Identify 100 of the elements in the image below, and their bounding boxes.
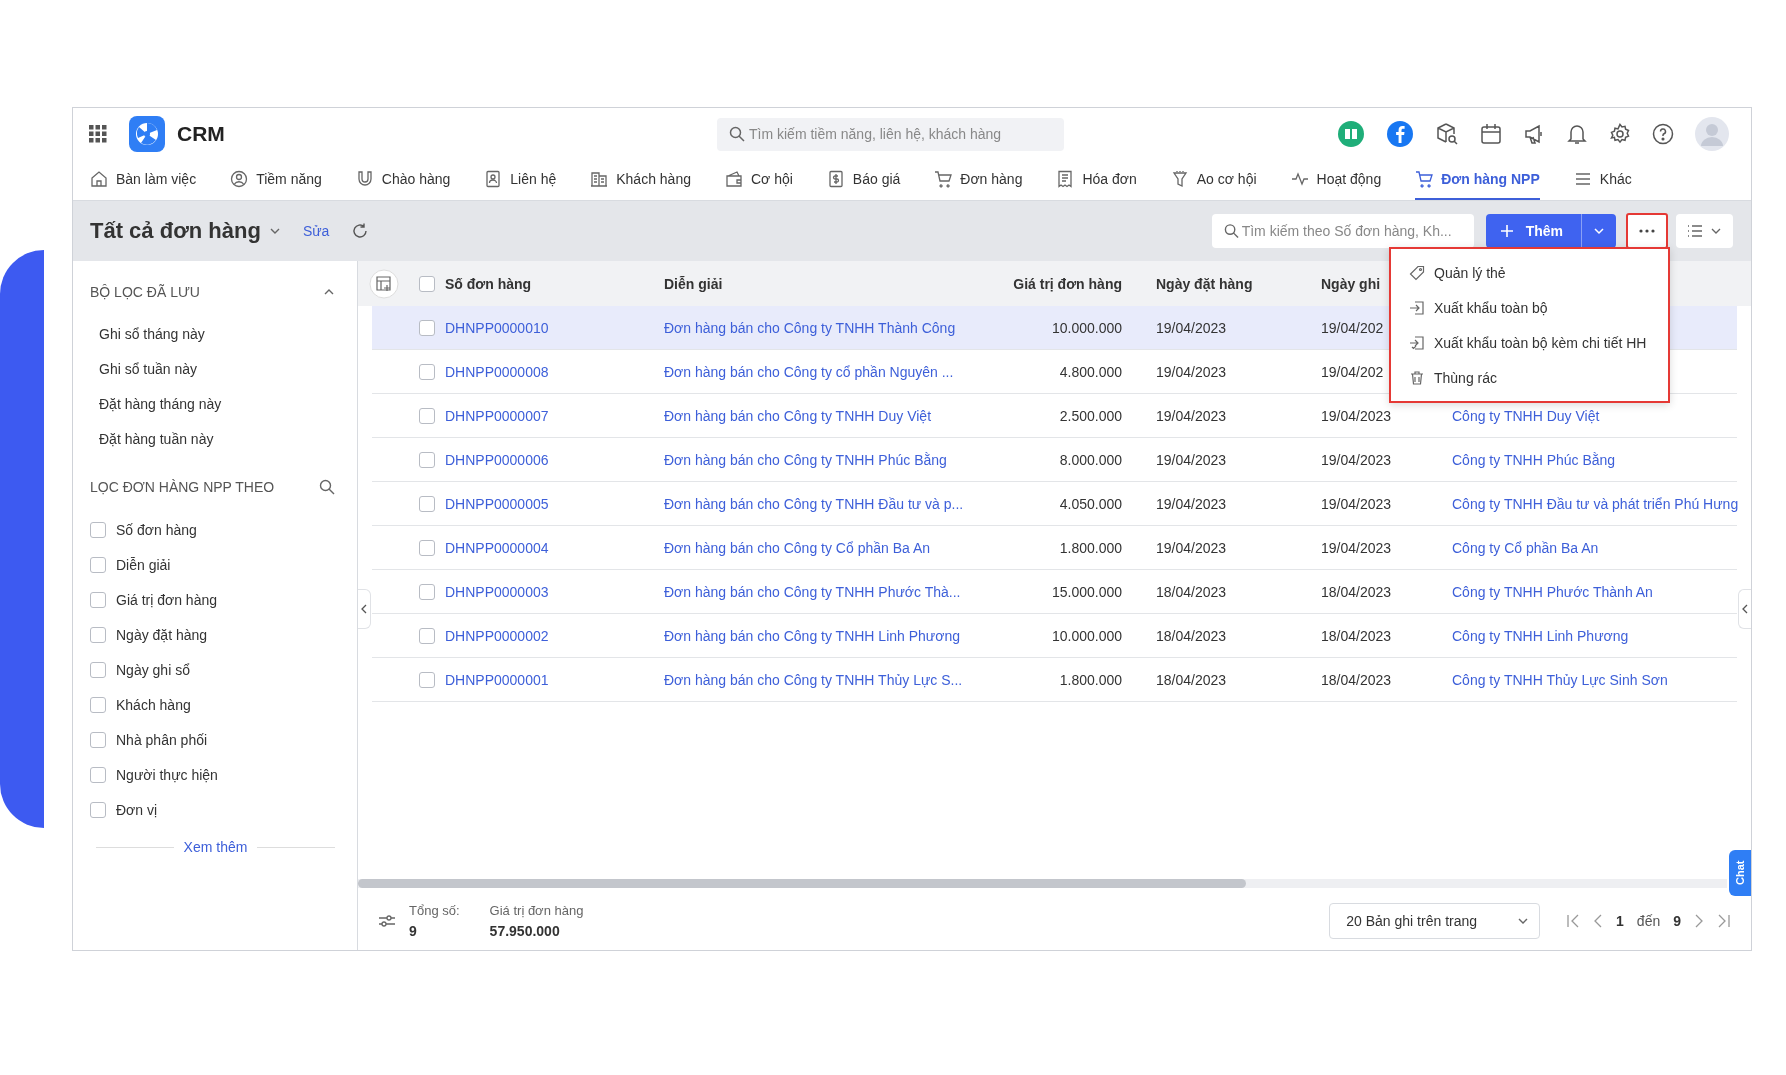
description-link[interactable]: Đơn hàng bán cho Công ty cổ phần Nguyên ... xyxy=(664,363,981,380)
column-header[interactable]: Diễn giải xyxy=(664,275,981,292)
description-link[interactable]: Đơn hàng bán cho Công ty TNHH Phước Thà... xyxy=(664,583,981,600)
megaphone-icon[interactable] xyxy=(1523,123,1545,145)
order-number-link[interactable]: DHNPP0000002 xyxy=(445,627,664,644)
table-row[interactable]: DHNPP0000004 Đơn hàng bán cho Công ty Cổ phần Ba An 1.800.000 19/04/2023 19/04/2023 Công ty Cổ phần Ba An xyxy=(372,526,1737,570)
bell-icon[interactable] xyxy=(1566,123,1588,145)
order-number-link[interactable]: DHNPP0000003 xyxy=(445,583,664,600)
nav-tab[interactable]: Ao cơ hội xyxy=(1170,160,1257,200)
menu-item[interactable]: Quản lý thẻ xyxy=(1391,255,1506,290)
collapse-handle[interactable] xyxy=(358,589,371,629)
customer-link[interactable]: Công ty TNHH Phúc Bằng xyxy=(1452,451,1616,468)
checkbox[interactable] xyxy=(90,801,106,818)
nav-tab[interactable]: Hoạt động xyxy=(1290,160,1382,200)
nav-tab[interactable]: Đơn hàng xyxy=(934,160,1023,200)
nav-tab[interactable]: Liên hệ xyxy=(484,160,557,200)
add-column-icon[interactable] xyxy=(369,268,399,299)
order-number-link[interactable]: DHNPP0000007 xyxy=(445,407,664,424)
select-all-checkbox[interactable] xyxy=(419,275,435,292)
order-number-link[interactable]: DHNPP0000008 xyxy=(445,363,664,380)
order-number-link[interactable]: DHNPP0000010 xyxy=(445,319,664,336)
saved-filter-item[interactable]: Đặt hàng tuần này xyxy=(90,421,214,456)
nav-tab[interactable]: Bàn làm việc xyxy=(90,160,197,200)
calendar-icon[interactable] xyxy=(1480,123,1502,145)
checkbox[interactable] xyxy=(90,626,106,643)
book-icon[interactable] xyxy=(1337,120,1365,148)
apps-grid-icon[interactable] xyxy=(89,125,107,143)
collapse-handle[interactable] xyxy=(1738,589,1751,629)
column-header[interactable]: Số đơn hàng xyxy=(445,275,664,292)
checkbox[interactable] xyxy=(90,731,106,748)
checkbox[interactable] xyxy=(90,521,106,538)
nav-tab[interactable]: Cơ hội xyxy=(724,160,793,200)
saved-filter-item[interactable]: Ghi sổ tuần này xyxy=(90,351,198,386)
description-link[interactable]: Đơn hàng bán cho Công ty TNHH Đầu tư và p... xyxy=(664,495,981,512)
menu-item[interactable]: Thùng rác xyxy=(1391,360,1498,395)
nav-tab[interactable]: Khác xyxy=(1573,160,1632,200)
page-size-dropdown[interactable]: 20 Bản ghi trên trang xyxy=(1329,903,1541,939)
chat-tab[interactable]: Chat xyxy=(1729,850,1751,896)
first-page-icon[interactable] xyxy=(1566,913,1581,929)
description-link[interactable]: Đơn hàng bán cho Công ty TNHH Thành Công xyxy=(664,319,981,336)
description-link[interactable]: Đơn hàng bán cho Công ty TNHH Duy Việt xyxy=(664,407,981,424)
checkbox[interactable] xyxy=(419,583,435,600)
description-link[interactable]: Đơn hàng bán cho Công ty TNHH Linh Phương xyxy=(664,627,981,644)
customer-link[interactable]: Công ty TNHH Phước Thành An xyxy=(1452,583,1653,600)
customer-link[interactable]: Công ty TNHH Linh Phương xyxy=(1452,627,1629,644)
checkbox[interactable] xyxy=(419,319,435,336)
order-number-link[interactable]: DHNPP0000006 xyxy=(445,451,664,468)
order-number-link[interactable]: DHNPP0000004 xyxy=(445,539,664,556)
checkbox[interactable] xyxy=(90,556,106,573)
nav-tab[interactable]: Báo giá xyxy=(826,160,901,200)
checkbox[interactable] xyxy=(90,661,106,678)
checkbox[interactable] xyxy=(90,696,106,713)
nav-tab[interactable]: Chào hàng xyxy=(355,160,451,200)
help-icon[interactable] xyxy=(1652,123,1674,145)
description-link[interactable]: Đơn hàng bán cho Công ty TNHH Phúc Bằng xyxy=(664,451,981,468)
nav-tab[interactable]: Hóa đơn xyxy=(1056,160,1137,200)
search-field[interactable]: Tìm kiếm tiềm năng, liên hệ, khách hàng xyxy=(717,117,1064,151)
nav-tab[interactable]: Khách hàng xyxy=(590,160,691,200)
order-number-link[interactable]: DHNPP0000005 xyxy=(445,495,664,512)
checkbox[interactable] xyxy=(419,671,435,688)
social-icon[interactable] xyxy=(1386,120,1414,148)
table-row[interactable]: DHNPP0000005 Đơn hàng bán cho Công ty TNHH Đầu tư và p... 4.050.000 19/04/2023 19/04/2023 Công ty TNHH Đầu tư và phát triển Phú Hưng xyxy=(372,482,1737,526)
saved-filter-item[interactable]: Ghi sổ tháng này xyxy=(90,316,205,351)
saved-filter-item[interactable]: Đặt hàng tháng này xyxy=(90,386,222,421)
add-options-button[interactable] xyxy=(1582,214,1616,248)
next-page-icon[interactable] xyxy=(1694,913,1704,929)
table-row[interactable]: DHNPP0000003 Đơn hàng bán cho Công ty TNHH Phước Thà... 15.000.000 18/04/2023 18/04/2023 Công ty TNHH Phước Thành An xyxy=(372,570,1737,614)
search-field[interactable]: Tìm kiếm theo Số đơn hàng, Kh... xyxy=(1211,214,1474,248)
checkbox[interactable] xyxy=(419,495,435,512)
description-link[interactable]: Đơn hàng bán cho Công ty Cổ phần Ba An xyxy=(664,539,981,556)
sliders-icon[interactable] xyxy=(378,912,396,930)
column-header[interactable]: Ngày đặt hàng xyxy=(1122,275,1321,292)
checkbox[interactable] xyxy=(419,627,435,644)
table-row[interactable]: DHNPP0000001 Đơn hàng bán cho Công ty TNHH Thủy Lực S... 1.800.000 18/04/2023 18/04/2023 Công ty TNHH Thủy Lực Sinh Sơn xyxy=(372,658,1737,702)
customer-link[interactable]: Công ty TNHH Đầu tư và phát triển Phú Hưng xyxy=(1452,495,1739,512)
table-row[interactable]: DHNPP0000002 Đơn hàng bán cho Công ty TNHH Linh Phương 10.000.000 18/04/2023 18/04/2023 Công ty TNHH Linh Phương xyxy=(372,614,1737,658)
checkbox[interactable] xyxy=(419,407,435,424)
checkbox[interactable] xyxy=(419,363,435,380)
search-icon[interactable] xyxy=(319,479,335,495)
previous-page-icon[interactable] xyxy=(1593,913,1604,929)
table-row[interactable]: DHNPP0000006 Đơn hàng bán cho Công ty TNHH Phúc Bằng 8.000.000 19/04/2023 19/04/2023 Công ty TNHH Phúc Bằng xyxy=(372,438,1737,482)
customer-link[interactable]: Công ty TNHH Thủy Lực Sinh Sơn xyxy=(1452,671,1668,688)
customer-link[interactable]: Công ty Cổ phần Ba An xyxy=(1452,539,1599,556)
order-number-link[interactable]: DHNPP0000001 xyxy=(445,671,664,688)
checkbox[interactable] xyxy=(90,591,106,608)
add-button[interactable]: Thêm xyxy=(1485,214,1582,248)
avatar-icon[interactable] xyxy=(1695,117,1729,151)
description-link[interactable]: Đơn hàng bán cho Công ty TNHH Thủy Lực S... xyxy=(664,671,981,688)
edit-link[interactable]: Sửa xyxy=(302,223,330,239)
cube-search-icon[interactable] xyxy=(1435,122,1459,146)
last-page-icon[interactable] xyxy=(1717,913,1731,929)
refresh-icon[interactable] xyxy=(351,222,370,240)
checkbox[interactable] xyxy=(419,539,435,556)
list-view-button[interactable] xyxy=(1676,214,1733,248)
view-title[interactable]: Tất cả đơn hàng xyxy=(90,218,261,244)
more-button[interactable] xyxy=(1626,213,1668,249)
customer-link[interactable]: Công ty TNHH Duy Việt xyxy=(1452,407,1600,424)
settings-icon[interactable] xyxy=(1609,123,1631,145)
checkbox[interactable] xyxy=(419,451,435,468)
nav-tab[interactable]: Tiềm năng xyxy=(230,160,322,200)
